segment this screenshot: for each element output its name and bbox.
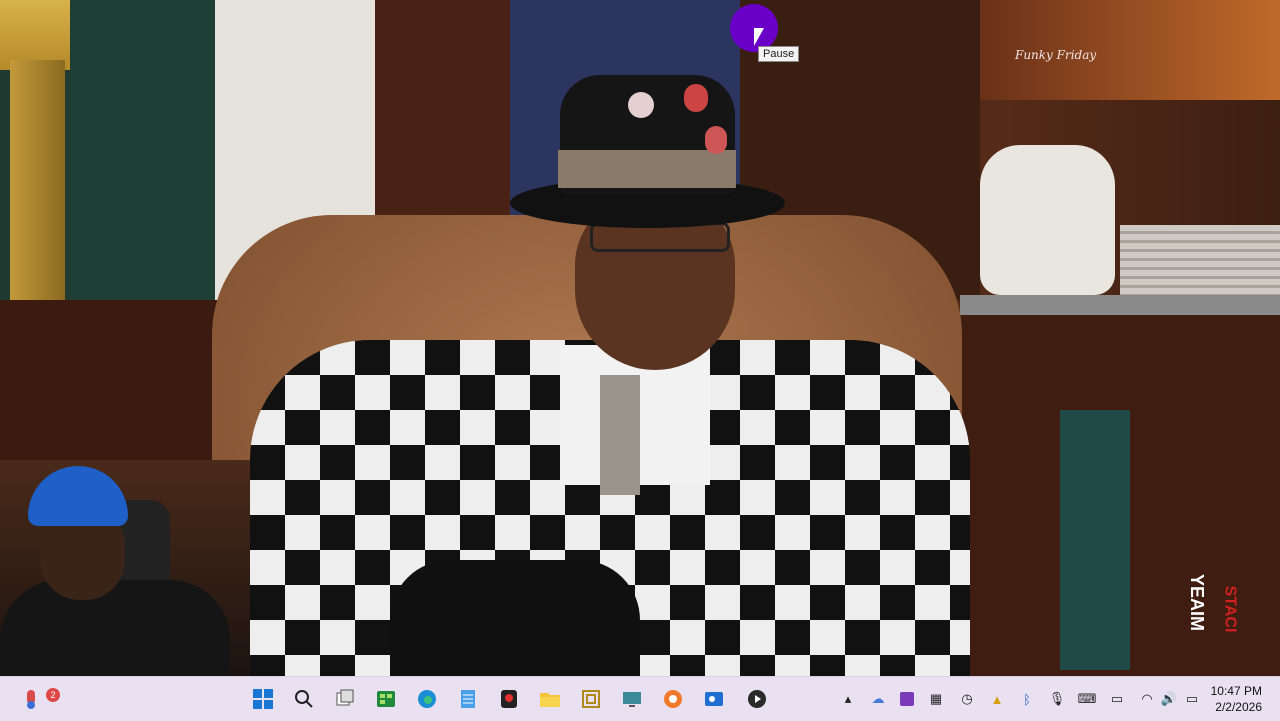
- cloud-icon[interactable]: ☁: [868, 689, 888, 709]
- media-player-icon[interactable]: [742, 684, 772, 714]
- side-overlay-text-red: STACI: [1221, 585, 1239, 633]
- grid-icon[interactable]: ▦: [926, 689, 946, 709]
- show-watermark: Funky Friday: [1015, 48, 1097, 62]
- lamp-base: [10, 60, 65, 310]
- display-icon[interactable]: ▭: [1107, 689, 1127, 709]
- shelf-board: [960, 295, 1280, 315]
- green-wall: [70, 0, 215, 300]
- screen-tool-icon[interactable]: [617, 684, 647, 714]
- excel-icon[interactable]: [371, 684, 401, 714]
- microphone-icon[interactable]: 🎙: [1047, 689, 1067, 709]
- keyboard-icon[interactable]: ⌨: [1077, 689, 1097, 709]
- hat-pin: [684, 84, 708, 112]
- windows-taskbar: 2 ▴ ☁ ▦ ◷ ▲ ᛒ 🎙 ⌨ ▭ ◠ 🔊 ▭ 10:47 PM 2/2/2…: [0, 676, 1280, 721]
- warning-icon[interactable]: ▲: [987, 689, 1007, 709]
- hat-pin: [705, 126, 727, 154]
- side-overlay-text: YEAIM: [1187, 573, 1208, 632]
- file-explorer-icon[interactable]: [535, 684, 565, 714]
- necktie: [600, 375, 640, 495]
- webcam-overlay: [0, 460, 250, 676]
- wifi-icon[interactable]: ◠: [1137, 689, 1157, 709]
- mouse-cursor-icon: [754, 28, 764, 46]
- onenote-icon[interactable]: [897, 689, 917, 709]
- timer-icon[interactable]: ◷: [957, 689, 977, 709]
- pause-tooltip: Pause: [758, 46, 800, 62]
- hat-band: [558, 150, 736, 188]
- bluetooth-icon[interactable]: ᛒ: [1017, 689, 1037, 709]
- clock-time: 10:47 PM: [1210, 684, 1262, 698]
- video-player[interactable]: Funky Friday YEAIM STACI Pause: [0, 0, 1280, 676]
- archive-icon[interactable]: [576, 684, 606, 714]
- side-overlay-logo: YEAIM STACI: [1178, 552, 1248, 676]
- battery-icon[interactable]: ▭: [1182, 689, 1202, 709]
- dark-trousers: [390, 560, 640, 676]
- edge-icon[interactable]: [412, 684, 442, 714]
- vase: [980, 145, 1115, 295]
- task-view-icon[interactable]: [330, 684, 360, 714]
- start-icon[interactable]: [248, 684, 278, 714]
- volume-icon[interactable]: 🔊: [1159, 689, 1179, 709]
- hat-pin: [628, 92, 654, 118]
- system-clock[interactable]: 10:47 PM 2/2/2026: [1211, 683, 1262, 715]
- capcut-icon[interactable]: [658, 684, 688, 714]
- streamer-body: [0, 580, 230, 676]
- search-icon[interactable]: [289, 684, 319, 714]
- recorder-icon[interactable]: [494, 684, 524, 714]
- chevron-up-icon[interactable]: ▴: [838, 689, 858, 709]
- outlook-icon[interactable]: [699, 684, 729, 714]
- widgets-icon[interactable]: 2: [16, 684, 60, 714]
- notepad-icon[interactable]: [453, 684, 483, 714]
- clock-date: 2/2/2026: [1215, 700, 1262, 714]
- cabinet-panel: [1060, 410, 1130, 670]
- widgets-badge: 2: [46, 688, 60, 702]
- book-stack: [1120, 225, 1280, 295]
- blue-beanie: [28, 466, 128, 526]
